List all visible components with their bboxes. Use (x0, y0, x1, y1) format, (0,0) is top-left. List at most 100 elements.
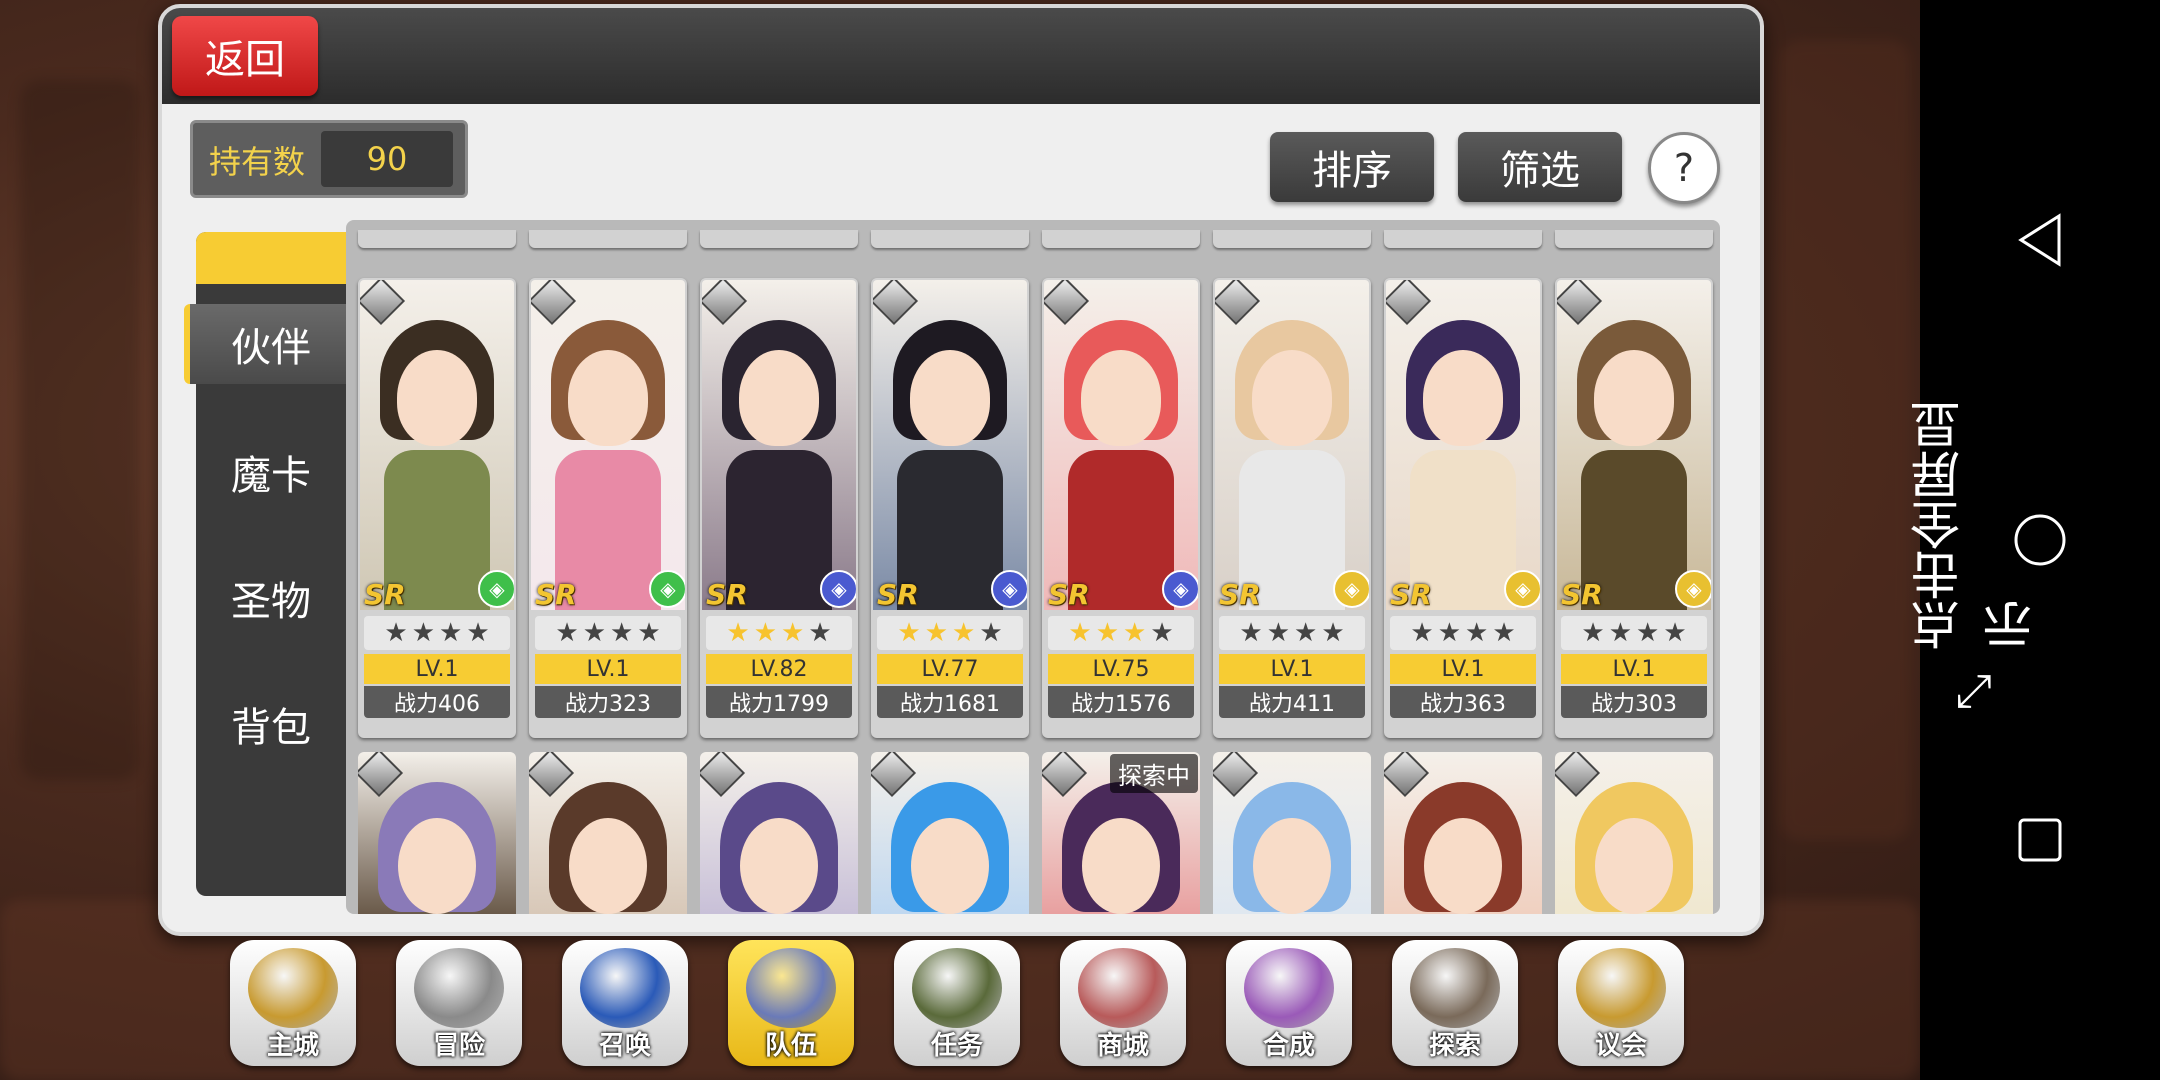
side-tab-relic[interactable]: 圣物 (196, 558, 346, 638)
character-card[interactable] (1555, 752, 1713, 914)
bottom-nav-potion[interactable]: 合成 (1226, 940, 1352, 1066)
sword-icon: ◈ (1504, 570, 1540, 608)
help-button[interactable]: ? (1648, 132, 1720, 204)
bottom-nav-crossed-swords[interactable]: 冒险 (396, 940, 522, 1066)
star-icon: ★ (808, 618, 832, 648)
portrait-face (740, 818, 818, 914)
star-icon: ★ (582, 618, 606, 648)
portrait-face (1253, 818, 1331, 914)
star-icon: ★ (1239, 618, 1263, 648)
shop-tree-icon (1078, 948, 1168, 1028)
bottom-nav: 主城 冒险 召唤 队伍 任务 商城 合成 探索 议会 (230, 934, 1700, 1074)
element-diamond-icon (1557, 280, 1603, 326)
card-stub (1213, 230, 1371, 248)
bottom-nav-explore-bow[interactable]: 探索 (1392, 940, 1518, 1066)
star-rating: ★ ★ ★ ★ (535, 616, 681, 650)
character-grid[interactable]: SR ◈ ★ ★ ★ ★ LV.1 战力406 SR ◈ ★ ★ ★ ★ LV.1 战力32… (346, 220, 1720, 914)
star-rating: ★ ★ ★ ★ (1048, 616, 1194, 650)
level-label: LV.1 (1561, 654, 1707, 684)
side-tab-backpack[interactable]: 背包 (196, 684, 346, 764)
character-card[interactable] (1384, 752, 1542, 914)
character-card[interactable]: SR ◈ ★ ★ ★ ★ LV.1 战力323 (529, 278, 687, 738)
recent-apps-square-icon[interactable] (2012, 812, 2068, 868)
character-card[interactable]: SR ◈ ★ ★ ★ ★ LV.75 战力1576 (1042, 278, 1200, 738)
card-stub (1384, 230, 1542, 248)
star-icon: ★ (1410, 618, 1434, 648)
character-card[interactable]: SR ◈ ★ ★ ★ ★ LV.77 战力1681 (871, 278, 1029, 738)
sort-button[interactable]: 排序 (1270, 132, 1434, 202)
power-label: 战力323 (535, 686, 681, 718)
portrait-face (1252, 350, 1332, 446)
bottom-nav-quest-book[interactable]: 任务 (894, 940, 1020, 1066)
star-icon: ★ (1636, 618, 1660, 648)
star-icon: ★ (1266, 618, 1290, 648)
bottom-nav-label: 主城 (266, 1031, 319, 1061)
crossed-swords-icon (414, 948, 504, 1028)
character-card[interactable] (700, 752, 858, 914)
element-diamond-icon (873, 280, 919, 326)
card-stub (700, 230, 858, 248)
star-icon: ★ (384, 618, 408, 648)
character-card[interactable]: 探索中 (1042, 752, 1200, 914)
character-card[interactable]: SR ◈ ★ ★ ★ ★ LV.1 战力406 (358, 278, 516, 738)
card-stub (358, 230, 516, 248)
back-triangle-icon[interactable] (2012, 212, 2068, 268)
bottom-nav-winged-emblem[interactable]: 队伍 (728, 940, 854, 1066)
star-icon: ★ (1123, 618, 1147, 648)
staff-icon: ◈ (991, 570, 1027, 608)
rarity-badge: SR (535, 578, 577, 610)
fullscreen-tip[interactable]: ⤢ 点击全屏显示 (1910, 360, 2040, 720)
bow-icon: ◈ (478, 570, 514, 608)
side-tab-magic-card[interactable]: 魔卡 (196, 432, 346, 512)
character-card[interactable] (358, 752, 516, 914)
element-diamond-icon (1384, 752, 1430, 798)
element-diamond-icon (1555, 752, 1601, 798)
character-portrait: SR ◈ (1557, 280, 1711, 610)
star-rating: ★ ★ ★ ★ (877, 616, 1023, 650)
character-card[interactable] (529, 752, 687, 914)
star-rating: ★ ★ ★ ★ (1561, 616, 1707, 650)
card-stub (1555, 230, 1713, 248)
character-card[interactable]: SR ◈ ★ ★ ★ ★ LV.82 战力1799 (700, 278, 858, 738)
shield-icon: ◈ (820, 570, 856, 608)
character-card[interactable]: SR ◈ ★ ★ ★ ★ LV.1 战力363 (1384, 278, 1542, 738)
bottom-nav-label: 议会 (1594, 1031, 1647, 1061)
star-icon: ★ (726, 618, 750, 648)
bottom-nav-label: 商城 (1096, 1031, 1149, 1061)
character-portrait: SR ◈ (1044, 280, 1198, 610)
level-label: LV.77 (877, 654, 1023, 684)
owned-count-box: 持有数 90 (190, 120, 468, 198)
star-icon: ★ (637, 618, 661, 648)
explore-bow-icon (1410, 948, 1500, 1028)
star-icon: ★ (1465, 618, 1489, 648)
quest-book-icon (912, 948, 1002, 1028)
side-nav-accent (196, 232, 346, 284)
winged-emblem-icon (746, 948, 836, 1028)
side-tab-partner[interactable]: 伙伴 (184, 304, 352, 384)
filter-button[interactable]: 筛选 (1458, 132, 1622, 202)
bottom-nav-label: 探索 (1428, 1031, 1481, 1061)
bottom-nav-council-crest[interactable]: 议会 (1558, 940, 1684, 1066)
bottom-nav-shop-tree[interactable]: 商城 (1060, 940, 1186, 1066)
back-button[interactable]: 返回 (172, 16, 318, 96)
bottom-nav-crown[interactable]: 主城 (230, 940, 356, 1066)
star-icon: ★ (753, 618, 777, 648)
element-diamond-icon (358, 752, 404, 798)
element-diamond-icon (700, 752, 746, 798)
level-label: LV.1 (1219, 654, 1365, 684)
background-shelf (1780, 40, 1910, 840)
character-portrait: SR ◈ (531, 280, 685, 610)
team-panel: 返回 持有数 90 排序 筛选 ? 伙伴 魔卡 圣物 背包 SR ◈ ★ ★ ★ ★ … (158, 4, 1764, 936)
crown-icon (248, 948, 338, 1028)
star-rating: ★ ★ ★ ★ (1219, 616, 1365, 650)
element-diamond-icon (1215, 280, 1261, 326)
character-card[interactable] (871, 752, 1029, 914)
background-shelf (20, 80, 140, 780)
expand-arrows-icon: ⤢ (1956, 666, 1994, 720)
character-card[interactable]: SR ◈ ★ ★ ★ ★ LV.1 战力411 (1213, 278, 1371, 738)
bottom-nav-summon-card[interactable]: 召唤 (562, 940, 688, 1066)
element-diamond-icon (529, 752, 575, 798)
character-card[interactable]: SR ◈ ★ ★ ★ ★ LV.1 战力303 (1555, 278, 1713, 738)
level-label: LV.82 (706, 654, 852, 684)
character-card[interactable] (1213, 752, 1371, 914)
